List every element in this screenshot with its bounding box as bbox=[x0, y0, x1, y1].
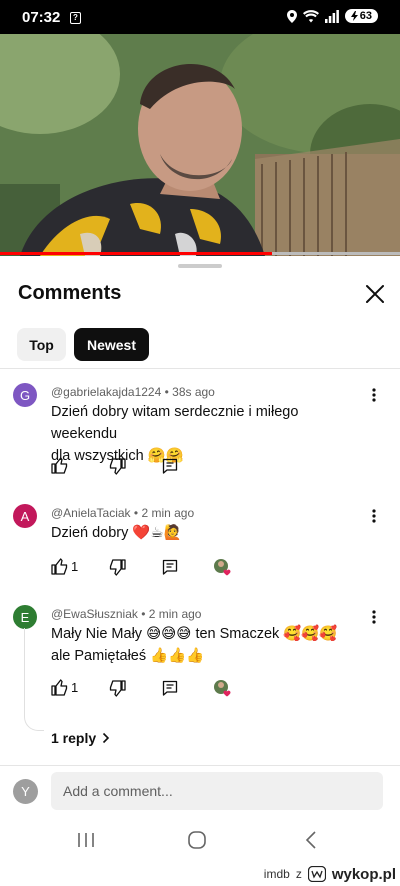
like-count: 1 bbox=[71, 559, 79, 574]
battery-level: 63 bbox=[359, 10, 372, 22]
filter-chip-newest[interactable]: Newest bbox=[74, 328, 149, 361]
divider bbox=[0, 765, 400, 766]
comment-text: Dzień dobry ❤️☕🙋 bbox=[51, 522, 361, 544]
like-button[interactable] bbox=[51, 558, 68, 575]
back-icon bbox=[305, 831, 316, 849]
dislike-button[interactable] bbox=[109, 458, 126, 475]
watermark-z: z bbox=[295, 867, 302, 881]
recent-apps-icon bbox=[78, 833, 94, 847]
wifi-icon bbox=[302, 9, 319, 22]
like-button[interactable] bbox=[51, 457, 68, 474]
comment-text-line: Mały Nie Mały 😅😅😅 ten Smaczek 🥰🥰🥰 bbox=[51, 626, 338, 642]
notification-icon: ? bbox=[70, 12, 81, 24]
wykop-logo-icon bbox=[307, 866, 326, 882]
thumb-up-icon bbox=[51, 558, 68, 575]
user-avatar: Y bbox=[13, 779, 38, 804]
more-vert-icon bbox=[372, 388, 376, 402]
status-bar: 07:32 ? 63 bbox=[0, 0, 400, 34]
home-icon bbox=[188, 831, 206, 849]
more-options-button[interactable] bbox=[368, 508, 380, 524]
comment-text: Mały Nie Mały 😅😅😅 ten Smaczek 🥰🥰🥰 ale Pa… bbox=[51, 623, 361, 667]
comment-meta: @gabrielakajda1224 • 38s ago bbox=[51, 385, 215, 399]
dislike-button[interactable] bbox=[109, 559, 126, 576]
video-player[interactable] bbox=[0, 34, 400, 256]
comment-avatar[interactable]: E bbox=[13, 605, 37, 629]
thumb-down-icon bbox=[109, 458, 126, 475]
location-icon bbox=[286, 9, 297, 23]
reply-button[interactable] bbox=[162, 458, 178, 474]
more-vert-icon bbox=[372, 610, 376, 624]
view-replies-button[interactable]: 1 reply bbox=[51, 730, 110, 746]
more-vert-icon bbox=[372, 509, 376, 523]
thumb-down-icon bbox=[109, 680, 126, 697]
reply-button[interactable] bbox=[162, 559, 178, 575]
home-button[interactable] bbox=[187, 830, 207, 855]
divider bbox=[0, 368, 400, 369]
battery-charging-icon: 63 bbox=[344, 9, 378, 23]
creator-heart-icon bbox=[213, 558, 231, 576]
video-progress-bar[interactable] bbox=[0, 252, 272, 255]
creator-heart-icon bbox=[213, 679, 231, 697]
comment-meta: @EwaSłuszniak • 2 min ago bbox=[51, 607, 202, 621]
like-button[interactable] bbox=[51, 679, 68, 696]
status-time: 07:32 bbox=[22, 9, 61, 26]
video-progress-remaining bbox=[272, 252, 400, 255]
comment-text-line: dla wszystkich 🤗🤗 bbox=[51, 448, 184, 464]
chevron-right-icon bbox=[103, 732, 110, 744]
more-options-button[interactable] bbox=[368, 609, 380, 625]
comment-text-line: ale Pamiętałeś 👍👍👍 bbox=[51, 648, 205, 664]
comment-author[interactable]: @AnielaTaciak bbox=[51, 506, 131, 520]
comment-meta: @AnielaTaciak • 2 min ago bbox=[51, 506, 195, 520]
like-count: 1 bbox=[71, 680, 79, 695]
reply-comment-icon bbox=[162, 559, 178, 575]
comment-author[interactable]: @EwaSłuszniak bbox=[51, 607, 138, 621]
comment-time: 38s ago bbox=[172, 385, 215, 399]
close-icon bbox=[366, 285, 384, 303]
watermark-imdb: imdb bbox=[263, 867, 290, 881]
reply-button[interactable] bbox=[162, 680, 178, 696]
comments-title: Comments bbox=[18, 282, 122, 304]
thumb-down-icon bbox=[109, 559, 126, 576]
video-frame bbox=[0, 34, 400, 256]
comment-time: 2 min ago bbox=[141, 506, 195, 520]
recent-apps-button[interactable] bbox=[76, 830, 96, 855]
watermark-site: wykop.pl bbox=[331, 865, 396, 883]
comment-avatar[interactable]: A bbox=[13, 504, 37, 528]
reply-comment-icon bbox=[162, 458, 178, 474]
thumb-up-icon bbox=[51, 679, 68, 696]
comment-avatar[interactable]: G bbox=[13, 383, 37, 407]
more-options-button[interactable] bbox=[368, 387, 380, 403]
comment-text-line: Dzień dobry witam serdecznie i miłego we… bbox=[51, 404, 299, 442]
reply-comment-icon bbox=[162, 680, 178, 696]
filter-chip-top[interactable]: Top bbox=[17, 328, 66, 361]
replies-label: 1 reply bbox=[51, 730, 97, 746]
add-comment-input[interactable] bbox=[51, 772, 383, 810]
back-button[interactable] bbox=[301, 830, 321, 855]
system-nav-bar bbox=[0, 822, 400, 862]
comment-author[interactable]: @gabrielakajda1224 bbox=[51, 385, 161, 399]
comment-text: Dzień dobry witam serdecznie i miłego we… bbox=[51, 401, 361, 467]
comment-time: 2 min ago bbox=[148, 607, 202, 621]
dislike-button[interactable] bbox=[109, 680, 126, 697]
signal-icon bbox=[324, 9, 339, 23]
drag-handle[interactable] bbox=[178, 264, 222, 268]
status-icons: 63 bbox=[286, 9, 378, 23]
comment-text-line: Dzień dobry ❤️☕🙋 bbox=[51, 525, 182, 541]
thread-line bbox=[24, 628, 44, 731]
thumb-up-icon bbox=[51, 457, 68, 474]
close-button[interactable] bbox=[362, 281, 388, 307]
watermark: imdb z wykop.pl bbox=[264, 864, 396, 884]
